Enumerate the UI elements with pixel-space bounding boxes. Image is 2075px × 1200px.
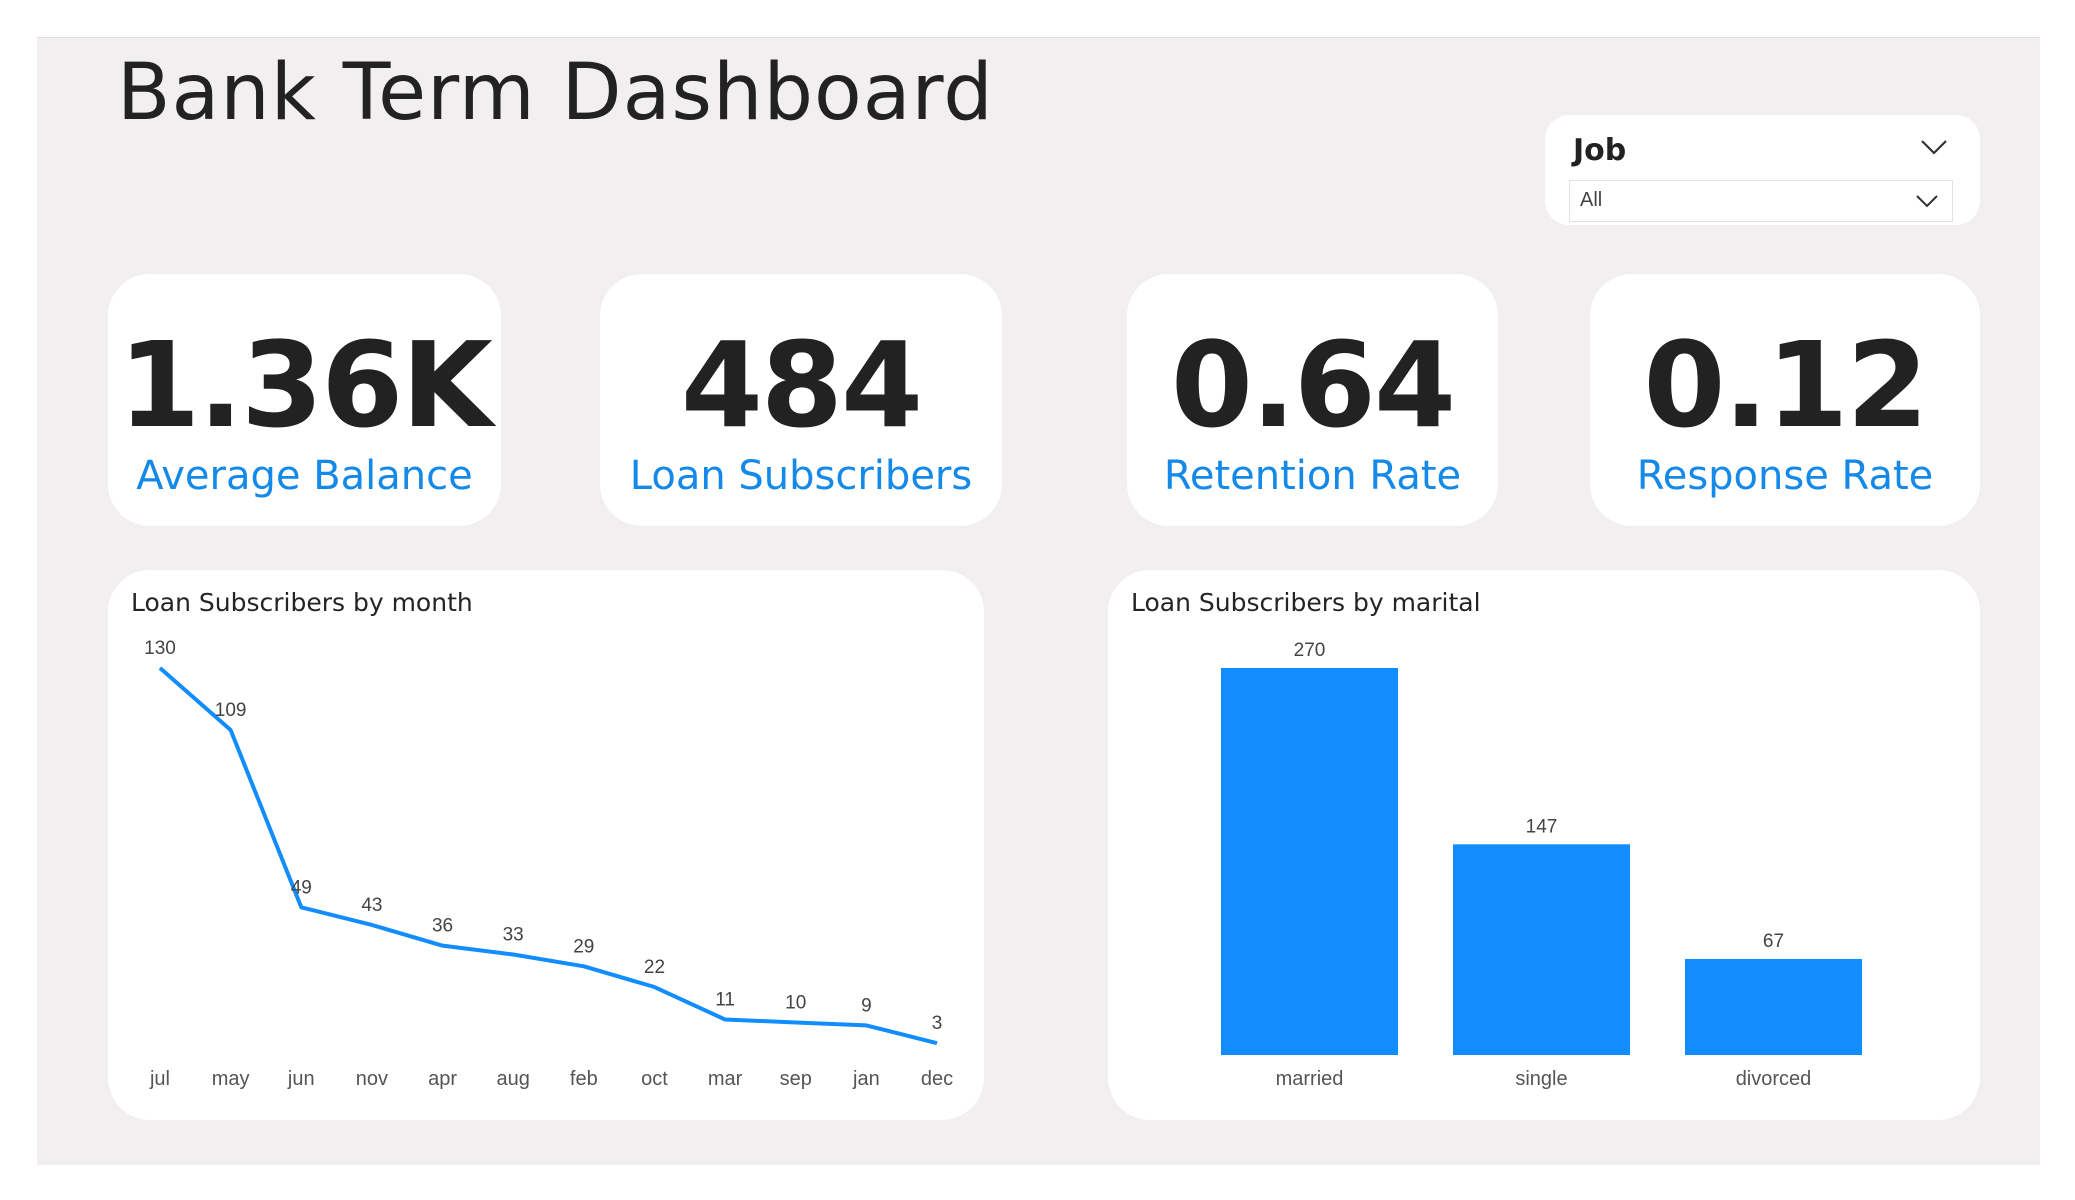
data-label: 3: [932, 1013, 943, 1034]
x-tick-label: jun: [287, 1068, 315, 1090]
data-label: 43: [361, 895, 382, 916]
data-label: 109: [215, 700, 247, 721]
kpi-label: Average Balance: [136, 453, 473, 499]
kpi-card-average-balance: 1.36K Average Balance: [108, 274, 501, 526]
x-tick-label: nov: [356, 1068, 388, 1090]
bar: [1453, 844, 1630, 1055]
x-tick-label: mar: [708, 1068, 743, 1090]
data-label: 270: [1294, 640, 1326, 661]
bar-chart: 270 married 147 single 67 divorced: [1221, 640, 1862, 1090]
line-chart: 130jul109may49jun43nov36apr33aug29feb22o…: [144, 638, 953, 1090]
slicer-label: Job: [1573, 133, 1627, 168]
data-label: 67: [1763, 931, 1784, 952]
data-label: 49: [291, 877, 312, 898]
x-tick-label: apr: [428, 1068, 457, 1090]
data-label: 36: [432, 916, 453, 937]
data-label: 9: [861, 995, 872, 1016]
dropdown-value: All: [1580, 189, 1603, 211]
data-label: 130: [144, 638, 176, 659]
x-tick-label: feb: [570, 1068, 598, 1090]
bar: [1221, 668, 1398, 1055]
data-label: 29: [573, 936, 594, 957]
x-tick-label: sep: [780, 1068, 812, 1090]
x-tick-label: oct: [641, 1068, 668, 1090]
kpi-label: Response Rate: [1636, 453, 1934, 499]
bar: [1685, 958, 1862, 1055]
kpi-card-response-rate: 0.12 Response Rate: [1590, 274, 1980, 526]
page-title: Bank Term Dashboard: [117, 48, 994, 138]
x-tick-label: jan: [852, 1068, 880, 1090]
report-canvas: Bank Term Dashboard Job All 1.36K Averag…: [37, 37, 2040, 1165]
x-tick-label: dec: [921, 1068, 953, 1090]
series-line: [158, 666, 938, 1046]
chevron-down-icon[interactable]: [1912, 186, 1942, 216]
data-label: 11: [715, 990, 735, 1011]
kpi-label: Retention Rate: [1163, 453, 1462, 499]
kpi-card-loan-subscribers: 484 Loan Subscribers: [600, 274, 1002, 526]
x-tick-label: aug: [496, 1068, 529, 1090]
data-label: 147: [1526, 816, 1558, 837]
data-label: 10: [785, 992, 806, 1013]
x-tick-label: may: [212, 1068, 250, 1090]
job-slicer[interactable]: Job All: [1545, 115, 1980, 225]
kpi-value: 1.36K: [118, 316, 493, 454]
kpi-value: 0.64: [1170, 316, 1456, 454]
line-chart-card: Loan Subscribers by month 130 jul 109 may 49…: [108, 570, 984, 1120]
job-dropdown[interactable]: All: [1569, 180, 1953, 222]
chevron-down-icon[interactable]: [1916, 129, 1952, 165]
bar-chart-card: Loan Subscribers by marital 270 married 14…: [1108, 570, 1980, 1120]
kpi-value: 0.12: [1643, 316, 1928, 454]
data-label: 22: [644, 957, 665, 978]
x-tick-label: divorced: [1736, 1068, 1812, 1090]
x-tick-label: jul: [149, 1068, 170, 1090]
x-tick-label: married: [1276, 1068, 1344, 1090]
kpi-card-retention-rate: 0.64 Retention Rate: [1127, 274, 1498, 526]
data-label: 33: [503, 925, 524, 946]
kpi-label: Loan Subscribers: [629, 453, 973, 499]
kpi-value: 484: [680, 316, 923, 454]
x-tick-label: single: [1515, 1068, 1567, 1090]
